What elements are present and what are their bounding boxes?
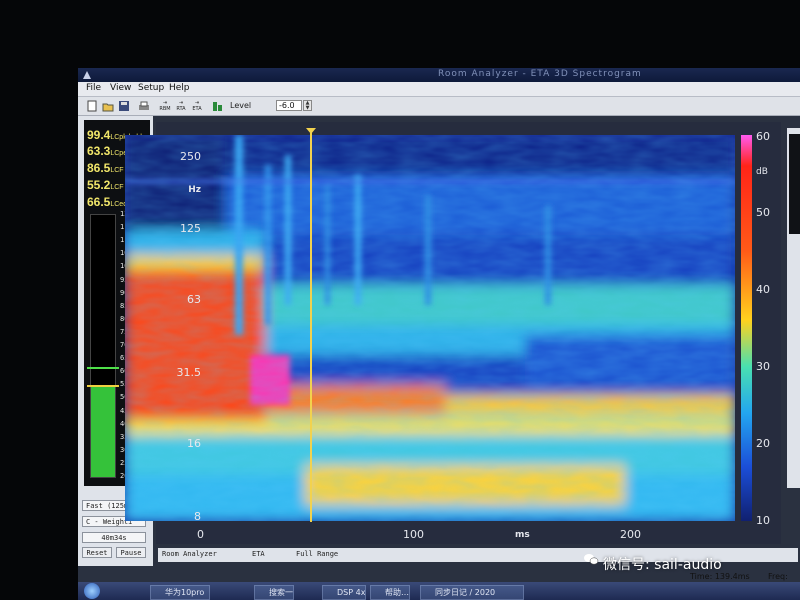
level-label: Level [230,101,252,110]
tab-full-range[interactable]: Full Range [296,550,338,558]
time-cursor[interactable] [310,132,312,522]
menu-setup[interactable]: Setup [138,83,164,93]
level-spinner[interactable]: ▲ ▼ [303,100,312,111]
readout-lceq: 66.5LCeq [87,195,128,209]
colorbar-tick-40: 40 [756,283,770,296]
title-bar: Room Analyzer - ETA 3D Spectrogram [78,68,800,82]
taskbar-item-5[interactable]: 同步日记 / 2020 [420,585,524,600]
spectrogram-plot[interactable] [125,135,735,521]
eta-button[interactable]: ⇥ ETA [190,100,204,112]
tab-room-analyzer[interactable]: Room Analyzer [162,550,217,558]
x-axis-unit: ms [515,530,530,540]
pause-button[interactable]: Pause [116,547,146,558]
wechat-icon [584,554,599,565]
peak-marker-green [87,366,119,369]
print-icon[interactable] [138,100,150,112]
menu-help[interactable]: Help [169,83,190,93]
level-meter-fill [91,384,115,477]
y-tick-250: 250 [180,150,201,163]
peak-marker-yellow [87,385,119,388]
menu-view[interactable]: View [110,83,131,93]
menu-bar: File View Setup Help [78,82,800,97]
taskbar-item-3[interactable]: DSP 4x [322,585,366,600]
readout-lcf: 55.2LCF [87,178,124,192]
new-icon[interactable] [86,100,98,112]
reset-button[interactable]: Reset [82,547,112,558]
x-tick-100: 100 [403,528,424,541]
y-tick-31-5: 31.5 [176,366,202,379]
y-tick-63: 63 [187,293,201,306]
window-title: Room Analyzer - ETA 3D Spectrogram [438,69,642,79]
app-icon [83,71,91,79]
x-tick-0: 0 [197,528,204,541]
toolbar: ⇥ RBM ⇥ RTA ⇥ ETA Level -6.0 ▲ ▼ [78,97,800,116]
right-side-meter [789,134,800,234]
rta-button[interactable]: ⇥ RTA [174,100,188,112]
elapsed-time: 40m34s [82,532,146,543]
start-button[interactable] [84,583,100,599]
taskbar-item-2[interactable]: 搜索一下 [254,585,294,600]
colorbar-tick-10: 10 [756,514,770,527]
save-icon[interactable] [118,100,130,112]
y-tick-125: 125 [180,222,201,235]
watermark-text: 微信号: sail-audio [603,557,722,573]
colorbar-tick-30: 30 [756,360,770,373]
level-meter-track [87,214,119,478]
x-tick-200: 200 [620,528,641,541]
taskbar-item-1[interactable]: 华为10pro [150,585,210,600]
y-axis-unit: Hz [188,185,201,195]
color-scale-bar [741,135,752,521]
taskbar-item-4[interactable]: 帮助… [370,585,410,600]
colorbar-tick-50: 50 [756,206,770,219]
level-input[interactable]: -6.0 [276,100,302,111]
rbm-button[interactable]: ⇥ RBM [158,100,172,112]
menu-file[interactable]: File [86,83,101,93]
y-tick-16: 16 [187,437,201,450]
y-tick-8: 8 [194,510,201,523]
colorbar-tick-60: 60 [756,130,770,143]
open-icon[interactable] [102,100,114,112]
tab-eta[interactable]: ETA [252,550,265,558]
colorbar-tick-20: 20 [756,437,770,450]
colorbar-unit: dB [756,167,768,177]
level-icon[interactable] [212,100,224,112]
